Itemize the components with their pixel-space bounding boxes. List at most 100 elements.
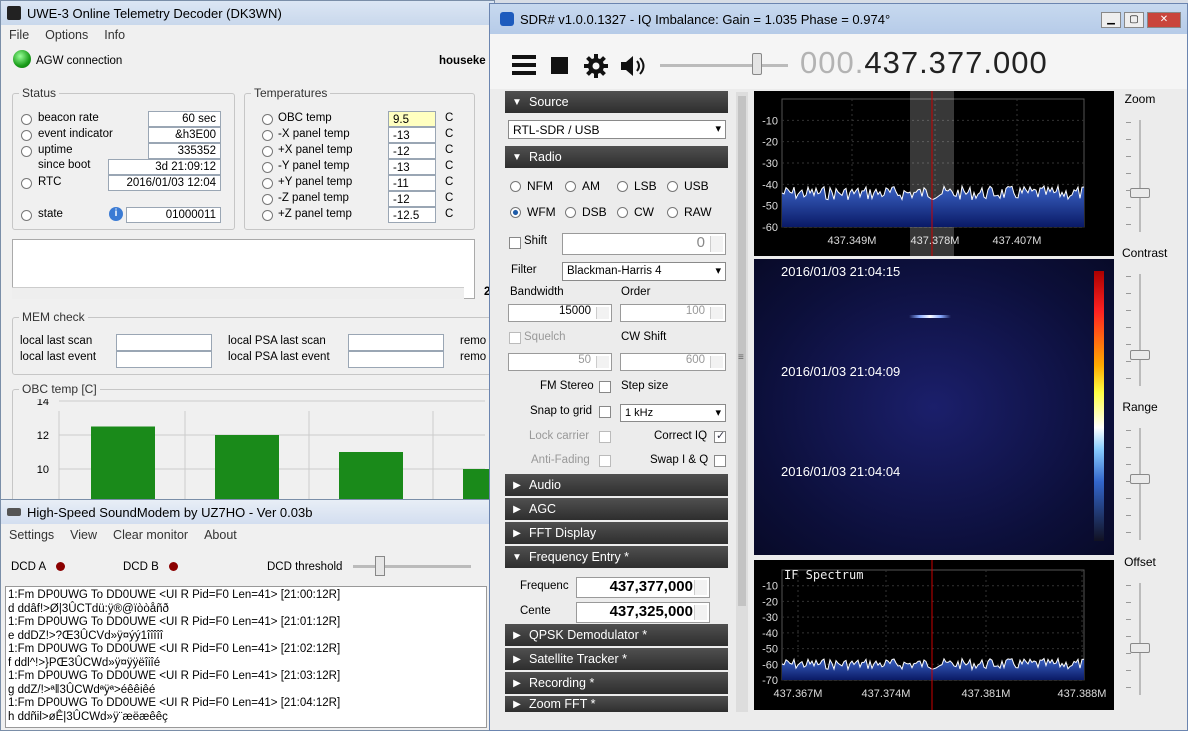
frequency-entry-label: Frequenc — [520, 580, 569, 592]
close-button[interactable]: ✕ — [1147, 12, 1181, 28]
rtc-radio[interactable] — [21, 178, 32, 189]
if-spectrum[interactable]: -10 -20 -30 -40 -50 -60 -70437.367M 437.374M 437… — [754, 560, 1114, 710]
mode-radio-dsb[interactable] — [565, 207, 576, 218]
speaker-icon[interactable] — [619, 54, 647, 78]
temp-radio-3[interactable] — [262, 162, 273, 173]
mode-radio-usb[interactable] — [667, 181, 678, 192]
uwe-titlebar[interactable]: UWE-3 Online Telemetry Decoder (DK3WN) — [1, 1, 494, 25]
slider-tick — [1126, 139, 1131, 140]
order-input[interactable]: 100 — [620, 304, 726, 322]
log-line: e ddDZ!>?Œ3ÛCVd»ÿ¤ýý1îîîîî — [8, 629, 164, 642]
dcd-threshold-slider[interactable] — [375, 556, 385, 576]
temp-radio-2[interactable] — [262, 146, 273, 157]
menu-about[interactable]: About — [196, 528, 245, 542]
slider-zoom[interactable] — [1130, 188, 1150, 198]
slider-label-offset: Offset — [1124, 555, 1156, 569]
shift-label: Shift — [524, 235, 548, 247]
squelch-checkbox[interactable] — [509, 332, 521, 344]
volume-slider[interactable] — [752, 53, 762, 75]
section-frequency-entry[interactable]: ▼ Frequency Entry * — [505, 546, 728, 568]
temp-radio-4[interactable] — [262, 178, 273, 189]
frequency-display[interactable]: 000.437.377.000 — [800, 45, 1048, 81]
temp-radio-5[interactable] — [262, 194, 273, 205]
mode-radio-cw[interactable] — [617, 207, 628, 218]
temp-value: -12 — [388, 191, 436, 207]
shift-checkbox[interactable] — [509, 237, 521, 249]
cw-shift-input[interactable]: 600 — [620, 353, 726, 371]
section-audio[interactable]: ▶ Audio — [505, 474, 728, 496]
soundmodem-titlebar[interactable]: High-Speed SoundModem by UZ7HO - Ver 0.0… — [1, 500, 489, 524]
fm-stereo-checkbox[interactable] — [599, 381, 611, 393]
bandwidth-input[interactable]: 15000 — [508, 304, 612, 322]
y-tick-label: -70 — [762, 675, 778, 687]
y-tick-label: -30 — [762, 612, 778, 624]
menu-info[interactable]: Info — [96, 28, 133, 42]
cw-shift-label: CW Shift — [621, 331, 667, 343]
log-line: 1:Fm DP0UWG To DD0UWE <UI R Pid=F0 Len=4… — [8, 616, 341, 628]
menu-clear-monitor[interactable]: Clear monitor — [105, 528, 196, 542]
gear-icon[interactable] — [583, 53, 609, 79]
event-indicator-radio[interactable] — [21, 130, 32, 141]
info-icon[interactable]: i — [109, 207, 123, 221]
slider-range[interactable] — [1130, 474, 1150, 484]
hamburger-menu-icon[interactable] — [512, 55, 536, 75]
menu-view[interactable]: View — [62, 528, 105, 542]
spectrum-analyzer[interactable]: -10-20-30-40-50-60437.349M 437.378M 437.40… — [754, 91, 1114, 256]
swap-iq-checkbox[interactable] — [714, 455, 726, 467]
stop-icon[interactable] — [551, 57, 568, 74]
horizontal-scrollbar[interactable] — [12, 287, 464, 299]
status-group-title: Status — [19, 86, 60, 100]
correct-iq-checkbox[interactable] — [714, 429, 726, 443]
step-size-select[interactable]: 1 kHz — [620, 404, 726, 422]
slider-contrast[interactable] — [1130, 350, 1150, 360]
waterfall-time-1: 2016/01/03 21:04:15 — [781, 264, 901, 279]
section-fft-display[interactable]: ▶ FFT Display — [505, 522, 728, 544]
section-satellite-tracker[interactable]: ▶ Satellite Tracker * — [505, 648, 728, 670]
frequency-entry-input[interactable]: 437,377,000 — [576, 577, 710, 598]
mode-radio-am[interactable] — [565, 181, 576, 192]
menu-file[interactable]: File — [1, 28, 37, 42]
temp-radio-1[interactable] — [262, 130, 273, 141]
maximize-button[interactable]: ▢ — [1124, 12, 1144, 28]
satellite-icon — [7, 6, 21, 20]
source-select[interactable]: RTL-SDR / USB — [508, 120, 726, 139]
mode-radio-wfm[interactable] — [510, 207, 521, 218]
section-recording[interactable]: ▶ Recording * — [505, 672, 728, 694]
beacon-rate-radio[interactable] — [21, 114, 32, 125]
menu-settings[interactable]: Settings — [1, 528, 62, 542]
section-zoom-fft[interactable]: ▶ Zoom FFT * — [505, 696, 728, 712]
slider-tick — [1126, 481, 1131, 482]
anti-fading-checkbox[interactable] — [599, 455, 611, 467]
squelch-input[interactable]: 50 — [508, 353, 612, 371]
slider-tick — [1126, 585, 1131, 586]
mode-radio-nfm[interactable] — [510, 181, 521, 192]
center-input[interactable]: 437,325,000 — [576, 602, 710, 623]
sdr-titlebar[interactable]: SDR# v1.0.0.1327 - IQ Imbalance: Gain = … — [490, 4, 1187, 34]
slider-tick — [1126, 687, 1131, 688]
mem-check-title: MEM check — [19, 310, 88, 324]
lock-carrier-checkbox[interactable] — [599, 431, 611, 443]
menu-options[interactable]: Options — [37, 28, 96, 42]
splitter-handle[interactable]: ≡ — [738, 352, 744, 363]
section-agc[interactable]: ▶ AGC — [505, 498, 728, 520]
section-radio[interactable]: ▼ Radio — [505, 146, 728, 168]
slider-tick — [1126, 310, 1131, 311]
mode-radio-lsb[interactable] — [617, 181, 628, 192]
temp-radio-6[interactable] — [262, 210, 273, 221]
section-source[interactable]: ▼ Source — [505, 91, 728, 113]
filter-select[interactable]: Blackman-Harris 4 — [562, 262, 726, 281]
waterfall[interactable]: 2016/01/03 21:04:15 2016/01/03 21:04:09 … — [754, 259, 1114, 555]
slider-offset[interactable] — [1130, 643, 1150, 653]
section-qpsk[interactable]: ▶ QPSK Demodulator * — [505, 624, 728, 646]
mode-radio-raw[interactable] — [667, 207, 678, 218]
temp-unit: C — [445, 112, 454, 124]
soundmodem-menubar: Settings View Clear monitor About — [1, 524, 489, 546]
slider-track — [1139, 583, 1141, 695]
uptime-radio[interactable] — [21, 146, 32, 157]
minimize-button[interactable]: ▁ — [1101, 12, 1121, 28]
snap-to-grid-checkbox[interactable] — [599, 406, 611, 418]
panel-scrollbar[interactable] — [736, 92, 748, 712]
state-radio[interactable] — [21, 210, 32, 221]
shift-input[interactable]: 0 — [562, 233, 726, 255]
temp-radio-0[interactable] — [262, 114, 273, 125]
